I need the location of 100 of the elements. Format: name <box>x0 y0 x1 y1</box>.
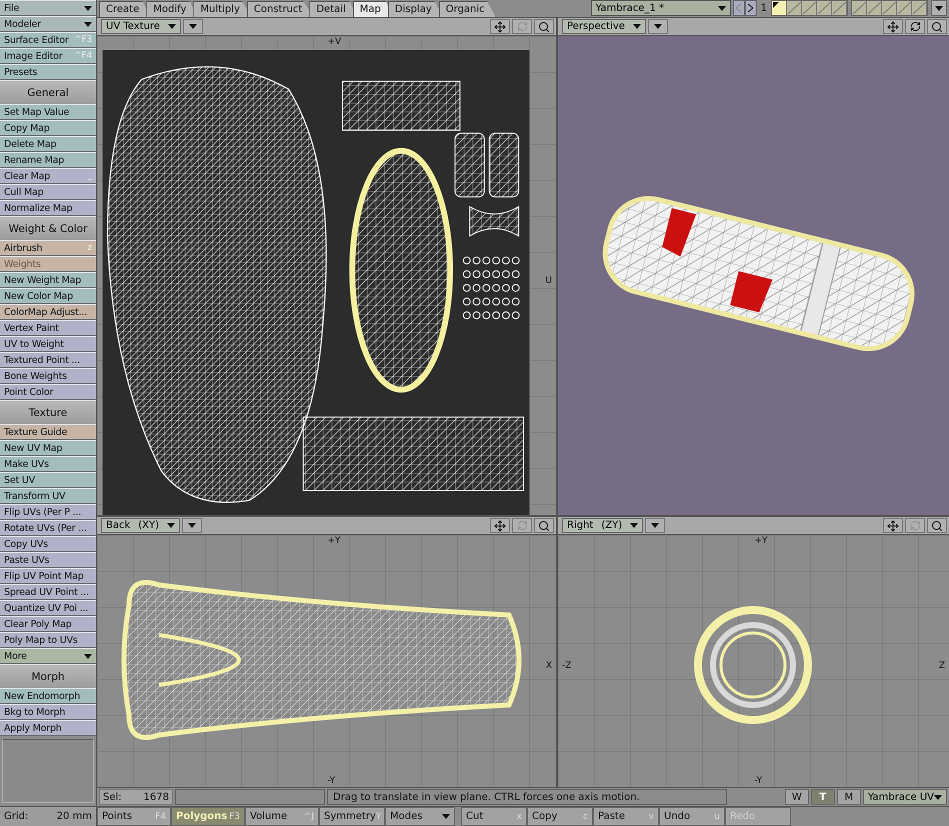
layer-menu-button[interactable] <box>931 0 947 16</box>
axis-label: Z <box>938 661 946 671</box>
move-view-button[interactable] <box>490 518 510 533</box>
tool-button[interactable]: Textured Point ... <box>0 352 96 368</box>
tool-button[interactable]: Texture Guide <box>0 424 96 440</box>
view-type-dropdown[interactable]: UV Texture <box>101 19 181 34</box>
tab[interactable]: Organic <box>438 1 496 17</box>
viewport-canvas[interactable]: +Y X -Y <box>97 535 556 787</box>
tool-button[interactable]: Normalize Map <box>0 200 96 216</box>
viewport-canvas[interactable]: +V U <box>97 36 556 515</box>
slash-icon <box>882 1 896 15</box>
tool-button[interactable]: Bkg to Morph <box>0 704 96 720</box>
caret-icon <box>84 22 92 26</box>
zoom-view-button[interactable] <box>927 19 947 34</box>
section-heading: General <box>0 80 96 104</box>
tool-button[interactable]: Paste UVs <box>0 552 96 568</box>
view-menu-button[interactable] <box>182 518 202 533</box>
next-button[interactable] <box>744 0 757 16</box>
tool-button[interactable]: Apply Morph <box>0 720 96 736</box>
tool-button[interactable]: Rename Map <box>0 152 96 168</box>
zoom-view-button[interactable] <box>534 518 554 533</box>
view-type-dropdown[interactable]: Right (ZY) <box>562 518 644 533</box>
move-view-button[interactable] <box>883 518 903 533</box>
toolbar-button[interactable]: Copy c <box>527 807 593 826</box>
map-type-button[interactable]: T <box>810 789 835 805</box>
view-menu-button[interactable] <box>182 19 203 34</box>
tool-button[interactable]: Quantize UV Poi ... <box>0 600 96 616</box>
zoom-view-button[interactable] <box>534 19 554 34</box>
slash-icon <box>912 1 926 15</box>
move-view-button[interactable] <box>883 19 903 34</box>
map-type-button[interactable]: M <box>836 789 861 805</box>
tool-button[interactable]: New Weight Map <box>0 272 96 288</box>
viewport-canvas[interactable]: +Y -Z Z -Y <box>558 535 949 787</box>
view-type-dropdown[interactable]: Perspective <box>562 19 646 34</box>
tool-button[interactable]: Spread UV Point ... <box>0 584 96 600</box>
menu-dropdown[interactable]: Modeler <box>0 16 96 32</box>
view-type-dropdown[interactable]: Back (XY) <box>101 518 180 533</box>
modes-dropdown[interactable]: Modes <box>385 807 455 826</box>
tool-button[interactable]: Airbrush z <box>0 240 96 256</box>
caret-icon <box>84 6 92 10</box>
slash-icon <box>802 1 816 15</box>
zoom-view-button[interactable] <box>927 518 947 533</box>
search-icon <box>931 20 943 32</box>
toolbar-button[interactable]: SymmetryY <box>319 807 385 826</box>
tool-button[interactable]: Vertex Paint <box>0 320 96 336</box>
section-heading: Texture <box>0 400 96 424</box>
rotate-icon <box>910 520 920 531</box>
object-dropdown[interactable]: Yambrace_1 * <box>590 0 731 16</box>
axis-label: -Z <box>561 661 572 671</box>
menu-dropdown[interactable]: File <box>0 0 96 16</box>
tool-button[interactable]: Image Editor ^F4 <box>0 48 96 64</box>
tool-button[interactable]: New Endomorph <box>0 688 96 704</box>
tool-button[interactable]: Cull Map <box>0 184 96 200</box>
axis-label: U <box>544 276 553 286</box>
tool-button[interactable]: Rotate UVs (Per ... <box>0 520 96 536</box>
grid-label: Grid: <box>4 811 28 822</box>
view-menu-button[interactable] <box>648 19 668 34</box>
toolbar-button[interactable]: Points F4 <box>97 807 171 826</box>
toolbar-button[interactable]: Undo u <box>659 807 725 826</box>
right-chevron-icon <box>748 4 754 12</box>
corner-mark-icon <box>773 2 779 8</box>
vertex-map-dropdown[interactable]: Yambrace UV <box>862 789 947 805</box>
tool-button[interactable]: New Color Map <box>0 288 96 304</box>
caret-icon <box>651 523 660 528</box>
search-icon <box>931 520 943 532</box>
tool-button[interactable]: Set UV <box>0 472 96 488</box>
view-menu-button[interactable] <box>645 518 666 533</box>
caret-icon <box>188 523 196 528</box>
tool-button[interactable]: Presets <box>0 64 96 80</box>
toolbar-button[interactable]: Paste v <box>593 807 659 826</box>
tool-button[interactable]: UV to Weight <box>0 336 96 352</box>
tool-button[interactable]: Flip UVs (Per P ... <box>0 504 96 520</box>
tool-button[interactable]: Make UVs <box>0 456 96 472</box>
tool-button[interactable]: Copy Map <box>0 120 96 136</box>
tool-button[interactable]: Clear Map _ <box>0 168 96 184</box>
rotate-view-button[interactable] <box>905 19 925 34</box>
tool-button[interactable]: Transform UV <box>0 488 96 504</box>
toolbar-button[interactable]: Cut x <box>461 807 527 826</box>
toolbar-button[interactable]: Volume ^J <box>245 807 319 826</box>
tool-button[interactable]: ColorMap Adjust... <box>0 304 96 320</box>
caret-icon <box>718 6 726 10</box>
slash-icon <box>817 1 831 15</box>
tool-button[interactable]: Surface Editor ^F3 <box>0 32 96 48</box>
tool-button[interactable]: Point Color <box>0 384 96 400</box>
move-view-button[interactable] <box>490 19 510 34</box>
search-icon <box>538 20 550 32</box>
layer-button[interactable] <box>772 1 787 15</box>
menu-dropdown[interactable]: More <box>0 648 96 664</box>
tool-button[interactable]: Flip UV Point Map <box>0 568 96 584</box>
tool-button[interactable]: Set Map Value <box>0 104 96 120</box>
selection-label: Sel: <box>103 792 122 802</box>
tool-button[interactable]: Delete Map <box>0 136 96 152</box>
tool-button[interactable]: Poly Map to UVs <box>0 632 96 648</box>
map-type-button[interactable]: W <box>784 789 809 805</box>
tool-button[interactable]: Bone Weights <box>0 368 96 384</box>
tool-button[interactable]: Copy UVs <box>0 536 96 552</box>
tool-button[interactable]: Clear Poly Map <box>0 616 96 632</box>
axis-label: -Y <box>326 776 336 786</box>
viewport-canvas[interactable] <box>558 36 949 515</box>
tool-button[interactable]: New UV Map <box>0 440 96 456</box>
